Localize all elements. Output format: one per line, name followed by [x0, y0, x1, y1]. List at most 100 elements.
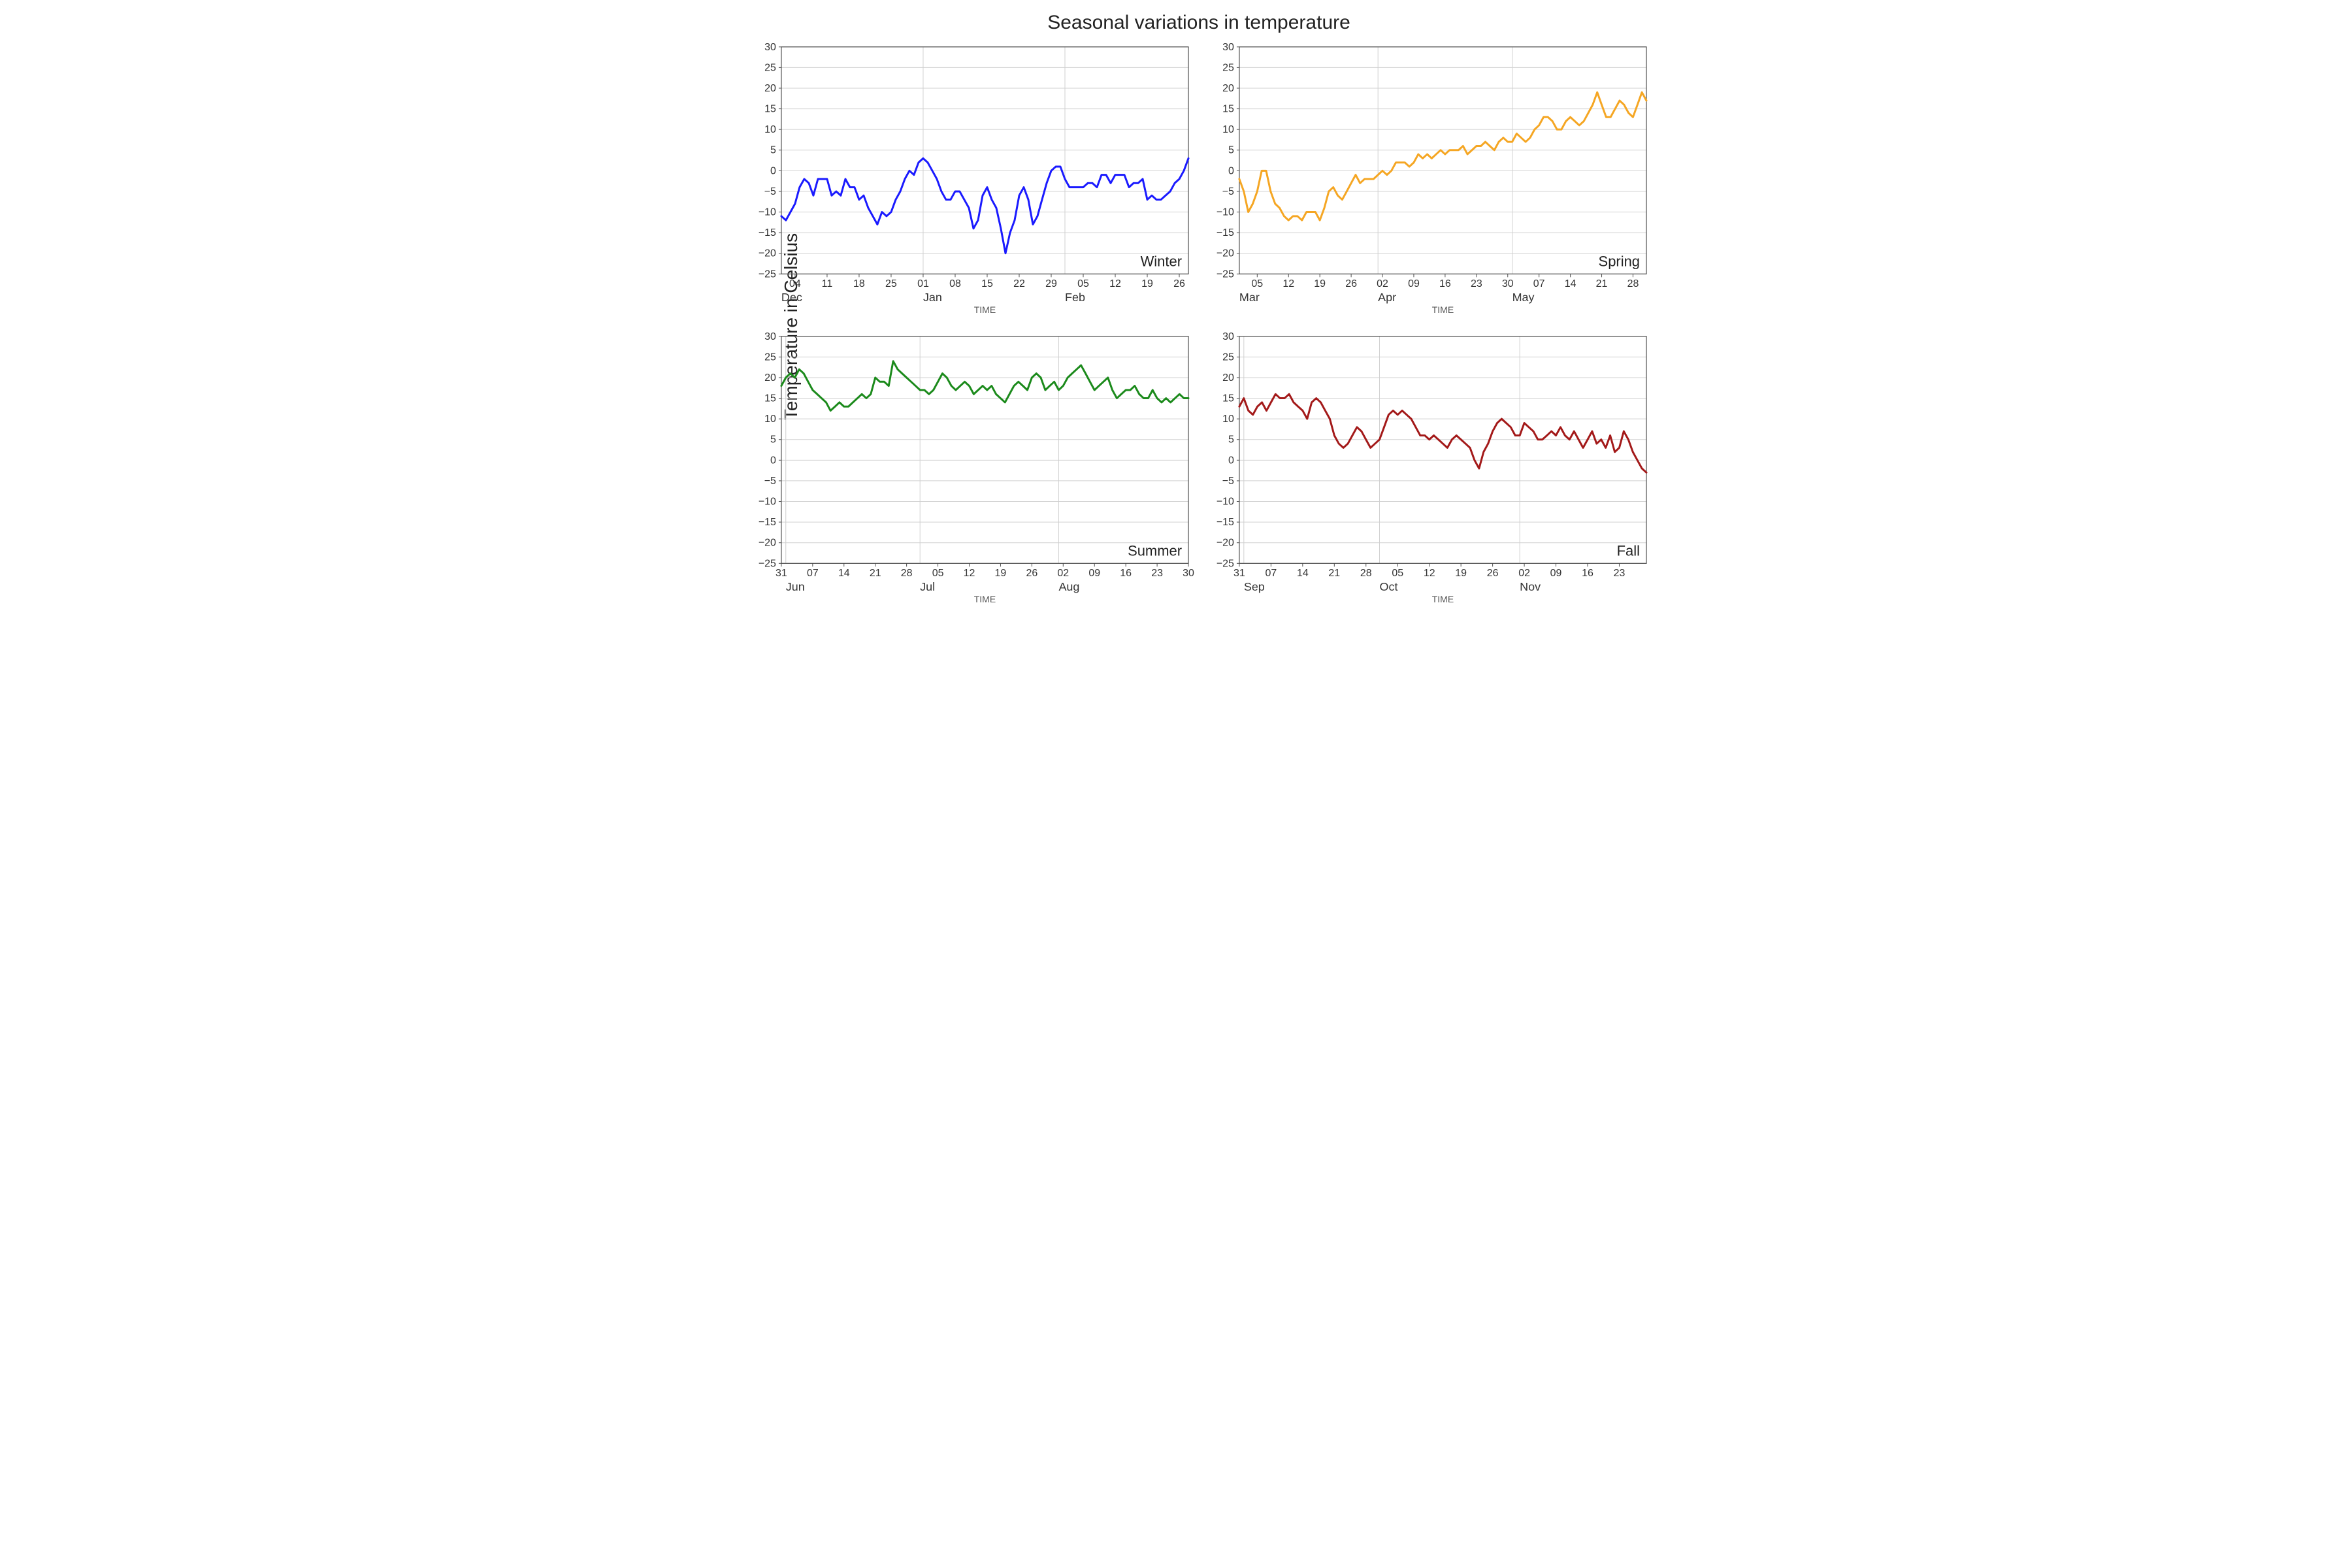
svg-text:19: 19 [1141, 278, 1153, 289]
svg-text:10: 10 [1222, 414, 1234, 425]
svg-text:09: 09 [1550, 568, 1562, 579]
series-spring [1239, 92, 1646, 220]
svg-text:28: 28 [1627, 278, 1639, 289]
svg-text:−25: −25 [759, 269, 776, 280]
x-axis-label: TIME [974, 304, 996, 315]
svg-text:23: 23 [1471, 278, 1482, 289]
svg-text:20: 20 [764, 83, 776, 94]
chart-page: Seasonal variations in temperature Tempe… [686, 0, 1666, 653]
svg-text:30: 30 [764, 331, 776, 342]
svg-text:15: 15 [981, 278, 993, 289]
svg-text:−25: −25 [1217, 558, 1234, 569]
svg-text:16: 16 [1439, 278, 1451, 289]
svg-text:11: 11 [822, 278, 833, 289]
svg-text:−10: −10 [1217, 497, 1234, 508]
x-axis-label: TIME [1432, 304, 1454, 315]
series-fall [1239, 394, 1646, 472]
svg-text:25: 25 [764, 62, 776, 73]
svg-text:25: 25 [885, 278, 897, 289]
panel-label-fall: Fall [1617, 542, 1640, 559]
svg-text:Jun: Jun [786, 580, 805, 593]
svg-text:30: 30 [1183, 568, 1194, 579]
panel-label-summer: Summer [1128, 542, 1182, 559]
svg-text:28: 28 [1360, 568, 1372, 579]
svg-text:Apr: Apr [1378, 291, 1396, 304]
svg-text:09: 09 [1088, 568, 1100, 579]
panel-fall: −25−20−15−10−505101520253031071421280512… [1203, 327, 1653, 613]
svg-text:−5: −5 [764, 186, 776, 197]
svg-text:04: 04 [789, 278, 801, 289]
svg-text:−10: −10 [1217, 207, 1234, 218]
svg-text:28: 28 [901, 568, 913, 579]
svg-text:05: 05 [932, 568, 944, 579]
svg-text:10: 10 [1222, 124, 1234, 135]
svg-text:26: 26 [1026, 568, 1037, 579]
svg-text:18: 18 [853, 278, 865, 289]
svg-text:−25: −25 [1217, 269, 1234, 280]
svg-text:−25: −25 [759, 558, 776, 569]
svg-text:15: 15 [1222, 104, 1234, 115]
svg-text:−10: −10 [759, 497, 776, 508]
panel-container-spring: −25−20−15−10−505101520253005121926020916… [1203, 38, 1653, 323]
svg-text:−10: −10 [759, 207, 776, 218]
svg-text:Dec: Dec [781, 291, 802, 304]
svg-text:23: 23 [1151, 568, 1163, 579]
svg-text:26: 26 [1173, 278, 1185, 289]
svg-text:05: 05 [1392, 568, 1403, 579]
panel-grid: −25−20−15−10−505101520253004111825010815… [745, 38, 1653, 613]
svg-text:15: 15 [764, 393, 776, 404]
x-axis-label: TIME [974, 594, 996, 604]
svg-text:5: 5 [1228, 434, 1234, 446]
svg-text:12: 12 [964, 568, 975, 579]
svg-text:−15: −15 [759, 517, 776, 528]
svg-text:02: 02 [1518, 568, 1530, 579]
svg-text:Oct: Oct [1380, 580, 1398, 593]
svg-text:19: 19 [1314, 278, 1326, 289]
svg-text:−15: −15 [1217, 517, 1234, 528]
svg-text:16: 16 [1582, 568, 1593, 579]
svg-text:Aug: Aug [1058, 580, 1079, 593]
panel-spring: −25−20−15−10−505101520253005121926020916… [1203, 38, 1653, 323]
svg-text:09: 09 [1408, 278, 1420, 289]
svg-text:25: 25 [764, 351, 776, 363]
panel-label-spring: Spring [1599, 253, 1640, 269]
svg-text:−20: −20 [1217, 538, 1234, 549]
svg-text:25: 25 [1222, 351, 1234, 363]
svg-text:Jul: Jul [920, 580, 935, 593]
svg-text:Sep: Sep [1244, 580, 1265, 593]
svg-text:01: 01 [917, 278, 929, 289]
panel-label-winter: Winter [1141, 253, 1182, 269]
svg-text:20: 20 [1222, 372, 1234, 384]
svg-text:15: 15 [1222, 393, 1234, 404]
svg-text:02: 02 [1377, 278, 1388, 289]
svg-text:Mar: Mar [1239, 291, 1260, 304]
svg-text:19: 19 [995, 568, 1007, 579]
panel-winter: −25−20−15−10−505101520253004111825010815… [745, 38, 1195, 323]
svg-text:12: 12 [1424, 568, 1435, 579]
svg-text:May: May [1512, 291, 1535, 304]
chart-title: Seasonal variations in temperature [745, 12, 1653, 34]
svg-text:08: 08 [949, 278, 961, 289]
svg-text:21: 21 [870, 568, 881, 579]
svg-text:0: 0 [770, 165, 776, 176]
svg-text:05: 05 [1077, 278, 1089, 289]
svg-text:12: 12 [1109, 278, 1121, 289]
svg-text:Feb: Feb [1065, 291, 1085, 304]
svg-text:12: 12 [1282, 278, 1294, 289]
svg-text:−5: −5 [1222, 186, 1234, 197]
svg-text:−5: −5 [1222, 476, 1234, 487]
svg-text:30: 30 [1502, 278, 1514, 289]
svg-text:−15: −15 [1217, 227, 1234, 238]
svg-text:−15: −15 [759, 227, 776, 238]
svg-text:26: 26 [1487, 568, 1499, 579]
svg-text:07: 07 [1533, 278, 1545, 289]
svg-text:10: 10 [764, 124, 776, 135]
svg-text:20: 20 [764, 372, 776, 384]
panel-summer: −25−20−15−10−505101520253031071421280512… [745, 327, 1195, 613]
svg-text:23: 23 [1614, 568, 1625, 579]
panel-container-fall: −25−20−15−10−505101520253031071421280512… [1203, 327, 1653, 613]
svg-text:0: 0 [1228, 165, 1234, 176]
x-axis-label: TIME [1432, 594, 1454, 604]
svg-text:Nov: Nov [1520, 580, 1541, 593]
svg-text:26: 26 [1345, 278, 1357, 289]
